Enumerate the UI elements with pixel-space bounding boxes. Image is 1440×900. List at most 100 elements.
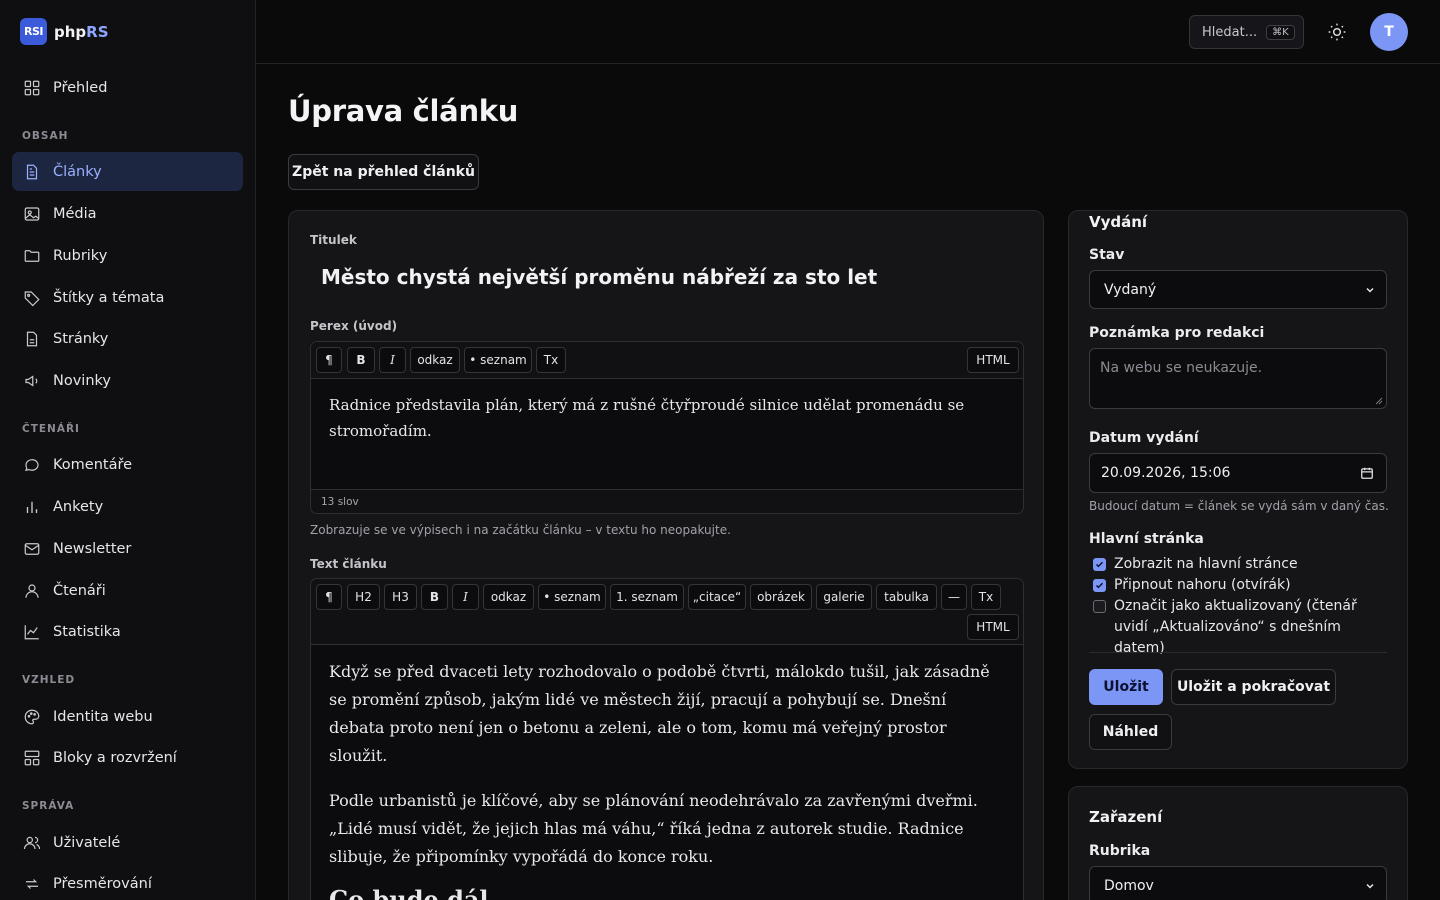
divider <box>1089 652 1387 653</box>
sidebar-item-label: Média <box>53 205 97 222</box>
folder-icon <box>24 249 40 262</box>
sidebar-item-prehled[interactable]: Přehled <box>12 68 243 107</box>
sidebar-item-label: Přesměrování <box>53 875 152 892</box>
body-html-button[interactable]: HTML <box>967 614 1019 640</box>
topbar: Hledat... ⌘K T <box>256 0 1440 64</box>
perex-html-button[interactable]: HTML <box>967 347 1019 373</box>
body-h3-button[interactable]: H3 <box>384 584 417 610</box>
comment-icon <box>25 458 39 471</box>
classification-card: Zařazení Rubrika Domov <box>1068 786 1408 900</box>
sidebar-item-stitky[interactable]: Štítky a témata <box>12 278 243 317</box>
body-hr-button[interactable]: — <box>941 584 967 610</box>
palette-icon <box>24 709 40 724</box>
category-select[interactable]: Domov <box>1089 866 1387 900</box>
users-icon <box>23 836 41 849</box>
date-hint: Budoucí datum = článek se vydá sám v dan… <box>1089 499 1389 513</box>
sidebar-item-identita[interactable]: Identita webu <box>12 697 243 736</box>
perex-list-button[interactable]: • seznam <box>464 347 532 373</box>
title-input[interactable]: Město chystá největší proměnu nábřeží za… <box>321 265 877 289</box>
document-icon <box>26 164 38 179</box>
avatar[interactable]: T <box>1370 13 1408 51</box>
sidebar-item-komentare[interactable]: Komentáře <box>12 445 243 484</box>
body-gallery-button[interactable]: galerie <box>816 584 872 610</box>
search-label: Hledat... <box>1202 24 1258 40</box>
note-label: Poznámka pro redakci <box>1089 325 1265 341</box>
body-h2-button[interactable]: H2 <box>347 584 380 610</box>
sidebar-item-novinky[interactable]: Novinky <box>12 361 243 400</box>
save-and-continue-button[interactable]: Uložit a pokračovat <box>1171 669 1336 705</box>
checkbox-checked[interactable] <box>1093 558 1106 571</box>
page-icon <box>26 331 38 346</box>
publish-date-input[interactable]: 20.09.2026, 15:06 <box>1089 453 1387 493</box>
sidebar-item-media[interactable]: Média <box>12 194 243 233</box>
perex-content[interactable]: Radnice představila plán, který má z ruš… <box>311 379 1023 489</box>
dashboard-icon <box>24 80 40 95</box>
status-label: Stav <box>1089 247 1125 263</box>
body-quote-button[interactable]: „citace“ <box>688 584 746 610</box>
checkbox-unchecked[interactable] <box>1093 600 1106 613</box>
brand-name-part: php <box>54 22 87 41</box>
body-paragraph-button[interactable]: ¶ <box>316 584 342 610</box>
date-label: Datum vydání <box>1089 430 1199 446</box>
body-content[interactable]: Když se před dvaceti lety rozhodovalo o … <box>311 645 1023 900</box>
theme-toggle-button[interactable] <box>1324 19 1350 45</box>
publish-title: Vydání <box>1089 213 1148 231</box>
sidebar-item-rubriky[interactable]: Rubriky <box>12 236 243 275</box>
image-icon <box>24 206 40 221</box>
search-button[interactable]: Hledat... ⌘K <box>1189 15 1304 49</box>
sidebar: RSI phpRS Přehled OBSAH Články Média Rub… <box>0 0 256 900</box>
user-icon <box>25 583 39 598</box>
sidebar-item-presmerovani[interactable]: Přesměrování <box>12 864 243 900</box>
checkbox-checked[interactable] <box>1093 579 1106 592</box>
sidebar-item-clanky[interactable]: Články <box>12 152 243 191</box>
tag-icon <box>24 290 40 306</box>
sidebar-item-stranky[interactable]: Stránky <box>12 319 243 358</box>
checkbox-mark-updated[interactable]: Označit jako aktualizovaný (čtenář uvidí… <box>1093 596 1393 659</box>
nav-section-sprava: SPRÁVA <box>22 800 75 812</box>
body-link-button[interactable]: odkaz <box>483 584 534 610</box>
perex-clear-format-button[interactable]: Tx <box>536 347 566 373</box>
sidebar-item-bloky[interactable]: Bloky a rozvržení <box>12 738 243 777</box>
check-icon <box>1095 582 1104 589</box>
nav-section-ctenari: ČTENÁŘI <box>22 423 80 435</box>
status-select[interactable]: Vydaný <box>1089 270 1387 309</box>
sidebar-item-statistika[interactable]: Statistika <box>12 612 243 651</box>
sidebar-item-label: Rubriky <box>53 247 108 264</box>
perex-toolbar: ¶ B I odkaz • seznam Tx HTML <box>311 342 1023 379</box>
note-textarea[interactable]: Na webu se neukazuje. <box>1089 348 1387 409</box>
body-bullet-list-button[interactable]: • seznam <box>538 584 606 610</box>
megaphone-icon <box>25 374 38 387</box>
sidebar-item-ankety[interactable]: Ankety <box>12 487 243 526</box>
sidebar-item-ctenari[interactable]: Čtenáři <box>12 571 243 610</box>
sun-icon <box>1328 23 1346 41</box>
calendar-icon[interactable] <box>1360 466 1374 480</box>
brand-name-accent: RS <box>86 22 109 41</box>
perex-link-button[interactable]: odkaz <box>410 347 460 373</box>
body-label: Text článku <box>310 557 387 571</box>
body-image-button[interactable]: obrázek <box>750 584 812 610</box>
body-bold-button[interactable]: B <box>421 584 448 610</box>
checkbox-show-homepage[interactable]: Zobrazit na hlavní stránce <box>1093 554 1383 575</box>
body-italic-button[interactable]: I <box>452 584 479 610</box>
body-clear-format-button[interactable]: Tx <box>971 584 1001 610</box>
preview-button[interactable]: Náhled <box>1089 714 1172 750</box>
perex-label: Perex (úvod) <box>310 319 398 333</box>
body-table-button[interactable]: tabulka <box>876 584 937 610</box>
save-button[interactable]: Uložit <box>1089 669 1163 705</box>
sidebar-item-label: Přehled <box>53 79 108 96</box>
resize-handle-icon[interactable] <box>1375 397 1383 405</box>
checkbox-label: Připnout nahoru (otvírák) <box>1114 577 1291 593</box>
checkbox-label: Označit jako aktualizovaný (čtenář uvidí… <box>1114 598 1357 656</box>
perex-bold-button[interactable]: B <box>347 347 375 373</box>
sidebar-item-label: Newsletter <box>53 540 132 557</box>
body-numbered-list-button[interactable]: 1. seznam <box>610 584 684 610</box>
perex-italic-button[interactable]: I <box>379 347 406 373</box>
perex-paragraph-button[interactable]: ¶ <box>316 347 342 373</box>
search-shortcut: ⌘K <box>1266 24 1295 40</box>
sidebar-item-uzivatele[interactable]: Uživatelé <box>12 823 243 862</box>
checkbox-pin-top[interactable]: Připnout nahoru (otvírák) <box>1093 575 1383 596</box>
back-to-articles-button[interactable]: Zpět na přehled článků <box>288 154 479 190</box>
sidebar-item-newsletter[interactable]: Newsletter <box>12 529 243 568</box>
body-editor: ¶ H2 H3 B I odkaz • seznam 1. seznam „ci… <box>310 578 1024 900</box>
brand[interactable]: RSI phpRS <box>20 18 109 45</box>
